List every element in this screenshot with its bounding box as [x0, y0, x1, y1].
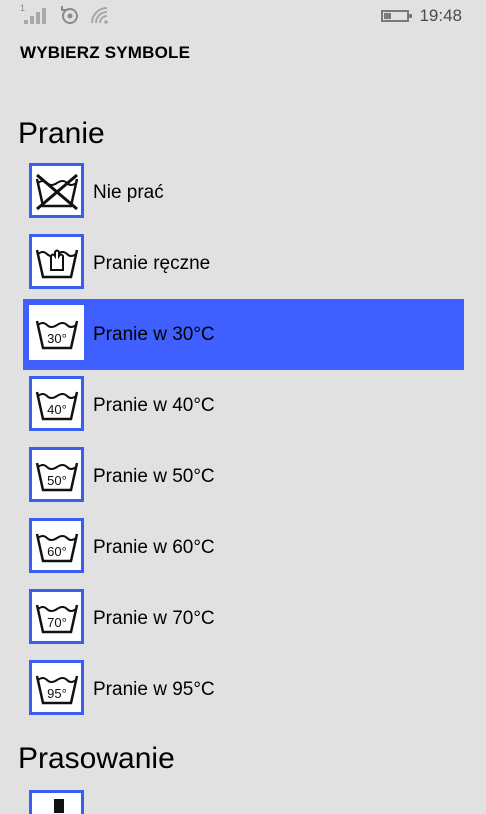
list-item[interactable]: 60° Pranie w 60°C: [23, 512, 464, 583]
wash-temperature-label: 50°: [47, 473, 67, 488]
list-item-label: Nie prać: [93, 182, 164, 203]
hand-wash-icon: [29, 234, 84, 289]
list-item[interactable]: Nie prać: [23, 157, 464, 228]
wash-30-icon: 30°: [29, 305, 84, 360]
list-item-label: Pranie ręczne: [93, 253, 211, 274]
list-item-label: Pranie w 70°C: [93, 608, 215, 629]
list-item[interactable]: 40° Pranie w 40°C: [23, 370, 464, 441]
wash-temperature-label: 40°: [47, 402, 67, 417]
page-title: WYBIERZ SYMBOLE: [20, 43, 191, 62]
list-item[interactable]: 70° Pranie w 70°C: [23, 583, 464, 654]
signal-strength-icon: 1: [20, 3, 50, 24]
list-item-label: Pranie w 60°C: [93, 537, 215, 558]
list-item-label: Pranie w 40°C: [93, 395, 215, 416]
data-sync-icon: [61, 6, 78, 24]
wash-70-icon: 70°: [29, 589, 84, 644]
list-item[interactable]: 30° Pranie w 30°C: [23, 299, 464, 370]
section-header-prasowanie: Prasowanie: [18, 742, 175, 775]
list-item[interactable]: 50° Pranie w 50°C: [23, 441, 464, 512]
wifi-icon: [91, 7, 108, 24]
wash-temperature-label: 95°: [47, 686, 67, 701]
wash-60-icon: 60°: [29, 518, 84, 573]
wash-50-icon: 50°: [29, 447, 84, 502]
list-item[interactable]: 95° Pranie w 95°C: [23, 654, 464, 725]
wash-temperature-label: 70°: [47, 615, 67, 630]
clock: 19:48: [419, 6, 462, 25]
wash-temperature-label: 30°: [47, 331, 67, 346]
wash-temperature-label: 60°: [47, 544, 67, 559]
list-item-label: Pranie w 50°C: [93, 466, 215, 487]
section-header-pranie: Pranie: [18, 117, 105, 150]
sim-number: 1: [20, 3, 26, 13]
wash-40-icon: 40°: [29, 376, 84, 431]
iron-icon[interactable]: [29, 790, 84, 814]
wash-95-icon: 95°: [29, 660, 84, 715]
list-item-label: Pranie w 95°C: [93, 679, 215, 700]
status-bar: 1 19:48: [0, 0, 486, 34]
list-item[interactable]: Pranie ręczne: [23, 228, 464, 299]
list-item-label: Pranie w 30°C: [93, 324, 215, 345]
do-not-wash-icon: [29, 163, 84, 218]
battery-icon: [381, 10, 413, 22]
